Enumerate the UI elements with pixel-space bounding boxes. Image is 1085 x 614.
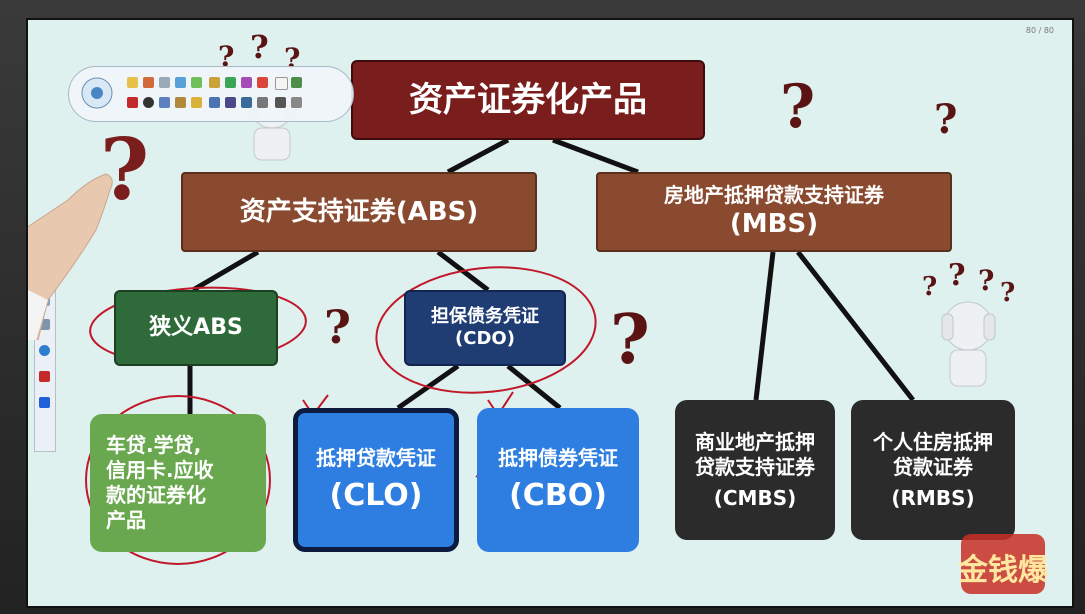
pen-icon[interactable] xyxy=(127,77,138,88)
color-blue-square-icon[interactable] xyxy=(39,397,50,408)
connector-mbs-rmbs xyxy=(796,250,915,402)
connector-mbs-cmbs xyxy=(753,251,776,401)
cdo-node: 担保债务凭证 (CDO) xyxy=(404,290,566,366)
color-blue-icon[interactable] xyxy=(39,345,50,356)
abs-label: 资产支持证券(ABS) xyxy=(239,196,479,227)
cdo-label-line1: 担保债务凭证 xyxy=(431,305,539,327)
abs-node: 资产支持证券(ABS) xyxy=(181,172,537,252)
cbo-label-line2: (CBO) xyxy=(509,477,607,513)
connector-root-mbs xyxy=(552,137,639,175)
cmbs-label-line2: 贷款支持证券 xyxy=(695,454,815,479)
compass-icon[interactable] xyxy=(79,75,115,111)
menu-icon[interactable] xyxy=(275,97,286,108)
rmbs-label-line1: 个人住房抵押 xyxy=(873,429,993,454)
clo-label-line2: (CLO) xyxy=(329,477,423,513)
grid-icon[interactable] xyxy=(291,97,302,108)
cbo-node: 抵押债券凭证 (CBO) xyxy=(477,408,639,552)
screenshot-icon[interactable] xyxy=(159,97,170,108)
question-mark: ? xyxy=(324,300,351,354)
marker-green-icon[interactable] xyxy=(225,77,236,88)
dot-icon[interactable] xyxy=(143,97,154,108)
puzzled-figure xyxy=(941,301,996,387)
select-icon[interactable] xyxy=(159,77,170,88)
loans-line4: 产品 xyxy=(106,508,146,532)
text-icon[interactable] xyxy=(241,97,252,108)
question-mark: ? xyxy=(780,72,816,142)
clo-node: 抵押贷款凭证 (CLO) xyxy=(293,408,459,552)
presenter-hand xyxy=(28,173,113,340)
cdo-label-line2: (CDO) xyxy=(455,328,515,349)
mbs-label-line2: (MBS) xyxy=(729,209,819,240)
note-icon[interactable] xyxy=(191,97,202,108)
loans-line1: 车贷.学贷, xyxy=(106,433,202,457)
marker-red-icon[interactable] xyxy=(257,77,268,88)
question-mark: ? xyxy=(948,258,966,293)
pencil-icon[interactable] xyxy=(143,77,154,88)
presentation-screen: 80 / 80 资产证券化产品 资产支持证券(ABS) 房地产抵押贷款支持证券 … xyxy=(26,18,1074,608)
annotation-toolbar[interactable] xyxy=(68,66,354,122)
spotlight-icon[interactable] xyxy=(291,77,302,88)
loan-securitization-node: 车贷.学贷, 信用卡.应收 款的证券化 产品 xyxy=(90,414,266,552)
connector-abs-narrow xyxy=(191,249,260,293)
monitor-frame: 80 / 80 资产证券化产品 资产支持证券(ABS) 房地产抵押贷款支持证券 … xyxy=(0,0,1085,614)
root-node: 资产证券化产品 xyxy=(351,60,705,140)
folder-icon[interactable] xyxy=(175,97,186,108)
arrow-icon[interactable] xyxy=(225,97,236,108)
eraser-icon[interactable] xyxy=(275,77,288,90)
narrow-abs-node: 狭义ABS xyxy=(114,290,278,366)
cmbs-label-line1: 商业地产抵押 xyxy=(695,429,815,454)
line-icon[interactable] xyxy=(209,97,220,108)
question-mark: ? xyxy=(934,96,958,143)
marker-purple-icon[interactable] xyxy=(241,77,252,88)
color-red-icon[interactable] xyxy=(39,371,50,382)
clo-label-line1: 抵押贷款凭证 xyxy=(316,445,436,470)
narrow-abs-label: 狭义ABS xyxy=(149,315,243,341)
connector-root-abs xyxy=(446,137,510,175)
logo-text: 金钱爆 xyxy=(957,553,1049,588)
loans-line3: 款的证券化 xyxy=(106,483,206,507)
brush-icon[interactable] xyxy=(257,97,268,108)
question-mark: ? xyxy=(978,264,995,297)
highlighter-icon[interactable] xyxy=(191,77,202,88)
cmbs-node: 商业地产抵押 贷款支持证券 (CMBS) xyxy=(675,400,835,540)
question-mark: ? xyxy=(250,28,269,66)
cbo-label-line1: 抵押债券凭证 xyxy=(498,445,618,470)
mbs-label-line1: 房地产抵押贷款支持证券 xyxy=(664,183,884,208)
rmbs-label-line2: 贷款证券 xyxy=(893,454,973,479)
record-icon[interactable] xyxy=(127,97,138,108)
question-mark: ? xyxy=(610,300,650,380)
show-logo: 金钱爆 xyxy=(957,534,1049,594)
shape-icon[interactable] xyxy=(175,77,186,88)
loans-line2: 信用卡.应收 xyxy=(106,458,214,482)
cmbs-label-line3: (CMBS) xyxy=(713,485,797,510)
marker-icon[interactable] xyxy=(209,77,220,88)
rmbs-label-line3: (RMBS) xyxy=(891,485,975,510)
mbs-node: 房地产抵押贷款支持证券 (MBS) xyxy=(596,172,952,252)
root-label: 资产证券化产品 xyxy=(409,79,647,120)
